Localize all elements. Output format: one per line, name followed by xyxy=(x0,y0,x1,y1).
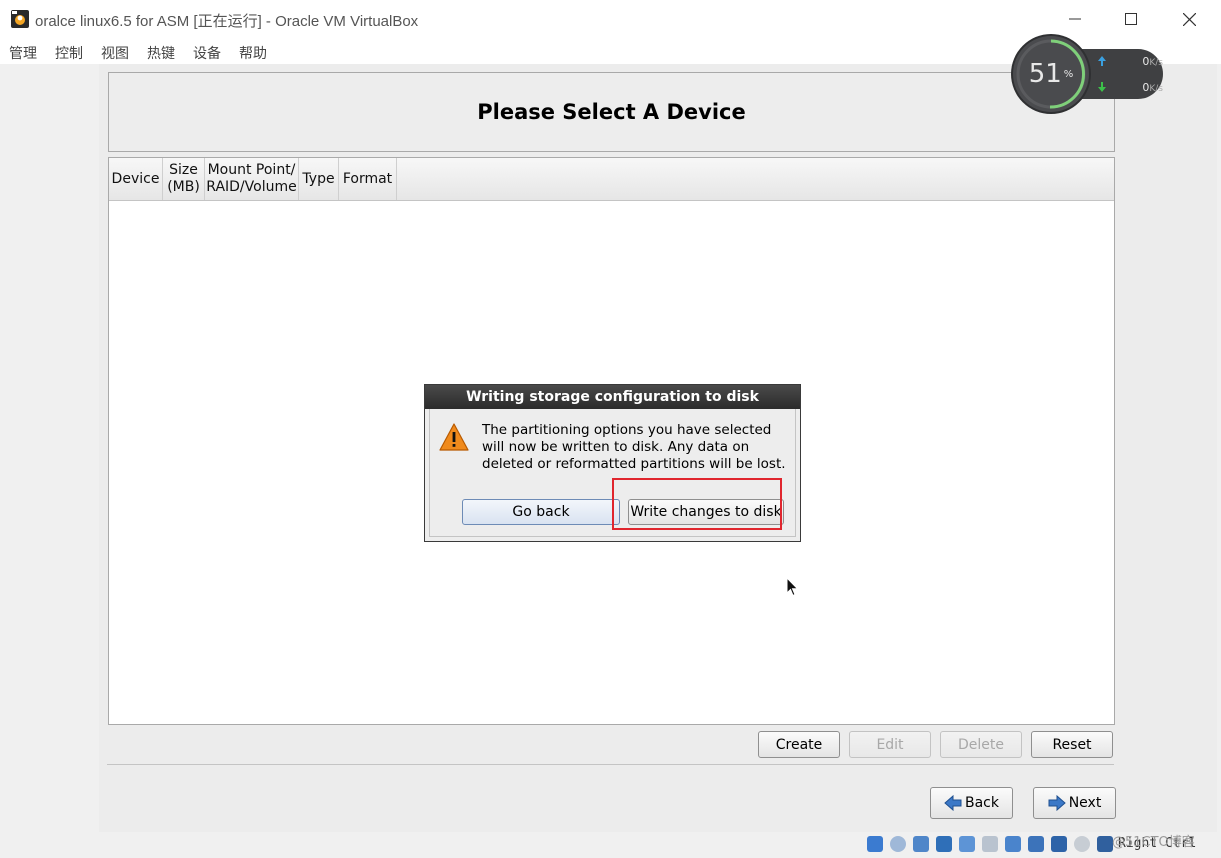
column-format[interactable]: Format xyxy=(339,158,397,200)
maximize-icon xyxy=(1125,13,1137,25)
reset-button[interactable]: Reset xyxy=(1031,731,1113,758)
column-device-label: Device xyxy=(111,170,160,187)
menu-help[interactable]: 帮助 xyxy=(239,43,267,63)
network-monitor-widget[interactable]: 51% 0K/s 0K/s xyxy=(1013,36,1165,112)
arrow-left-icon xyxy=(944,795,962,811)
watermark: @51CTO博客 xyxy=(1112,835,1195,850)
column-raid-volume-label: RAID/Volume xyxy=(206,179,297,195)
column-device[interactable]: Device xyxy=(109,158,163,200)
menu-devices[interactable]: 设备 xyxy=(193,43,221,63)
menu-control[interactable]: 控制 xyxy=(55,43,83,63)
go-back-button[interactable]: Go back xyxy=(462,499,620,525)
download-arrow-icon xyxy=(1098,82,1106,92)
download-speed: 0K/s xyxy=(1097,77,1163,97)
keyboard-capture-icon[interactable] xyxy=(1097,836,1113,852)
close-button[interactable] xyxy=(1160,0,1218,38)
page-title: Please Select A Device xyxy=(477,100,746,124)
column-type[interactable]: Type xyxy=(299,158,339,200)
table-header: Device Size (MB) Mount Point/ RAID/Volum… xyxy=(109,158,1114,201)
column-size-label: Size xyxy=(169,162,198,178)
display-icon[interactable] xyxy=(1005,836,1021,852)
upload-arrow-icon xyxy=(1098,56,1106,66)
column-mount-point-label: Mount Point/ xyxy=(207,162,296,178)
audio-icon[interactable] xyxy=(913,836,929,852)
warning-icon xyxy=(439,423,469,451)
cpu-icon[interactable] xyxy=(1051,836,1067,852)
gauge-percent-value: 51 xyxy=(1028,59,1062,89)
column-type-label: Type xyxy=(302,170,335,187)
separator xyxy=(107,764,1114,765)
gauge-percent: 51% xyxy=(1013,36,1089,112)
arrow-right-icon xyxy=(1048,795,1066,811)
column-format-label: Format xyxy=(342,170,393,187)
hard-disk-icon[interactable] xyxy=(867,836,883,852)
window-titlebar: oralce linux6.5 for ASM [正在运行] - Oracle … xyxy=(0,0,1221,38)
menu-hotkey[interactable]: 热键 xyxy=(147,43,175,63)
download-unit: K/s xyxy=(1149,83,1163,94)
delete-button[interactable]: Delete xyxy=(940,731,1022,758)
back-button[interactable]: Back xyxy=(930,787,1013,819)
upload-unit: K/s xyxy=(1149,57,1163,68)
network-icon[interactable] xyxy=(936,836,952,852)
dialog-message: The partitioning options you have select… xyxy=(482,422,786,472)
menu-manage[interactable]: 管理 xyxy=(9,43,37,63)
edit-button[interactable]: Edit xyxy=(849,731,931,758)
gauge-percent-unit: % xyxy=(1063,68,1074,80)
installer-header: Please Select A Device xyxy=(108,72,1115,152)
recording-icon[interactable] xyxy=(1028,836,1044,852)
highlight-annotation xyxy=(612,478,782,530)
column-size[interactable]: Size (MB) xyxy=(163,158,205,200)
virtualbox-app-icon xyxy=(10,9,30,29)
maximize-button[interactable] xyxy=(1102,0,1160,38)
column-size-unit: (MB) xyxy=(167,179,200,195)
next-button-label: Next xyxy=(1068,795,1102,811)
shared-folders-icon[interactable] xyxy=(982,836,998,852)
mouse-cursor-icon xyxy=(786,576,799,601)
back-button-label: Back xyxy=(965,795,999,811)
window-title: oralce linux6.5 for ASM [正在运行] - Oracle … xyxy=(35,13,419,30)
upload-speed: 0K/s xyxy=(1097,51,1163,71)
close-icon xyxy=(1182,12,1196,26)
menu-view[interactable]: 视图 xyxy=(101,43,129,63)
mouse-integration-icon[interactable] xyxy=(1074,836,1090,852)
minimize-icon xyxy=(1069,18,1081,20)
minimize-button[interactable] xyxy=(1046,0,1104,38)
create-button[interactable]: Create xyxy=(758,731,840,758)
dialog-title: Writing storage configuration to disk xyxy=(425,385,800,409)
optical-drive-icon[interactable] xyxy=(890,836,906,852)
next-button[interactable]: Next xyxy=(1033,787,1116,819)
usb-icon[interactable] xyxy=(959,836,975,852)
column-mount-point[interactable]: Mount Point/ RAID/Volume xyxy=(205,158,299,200)
